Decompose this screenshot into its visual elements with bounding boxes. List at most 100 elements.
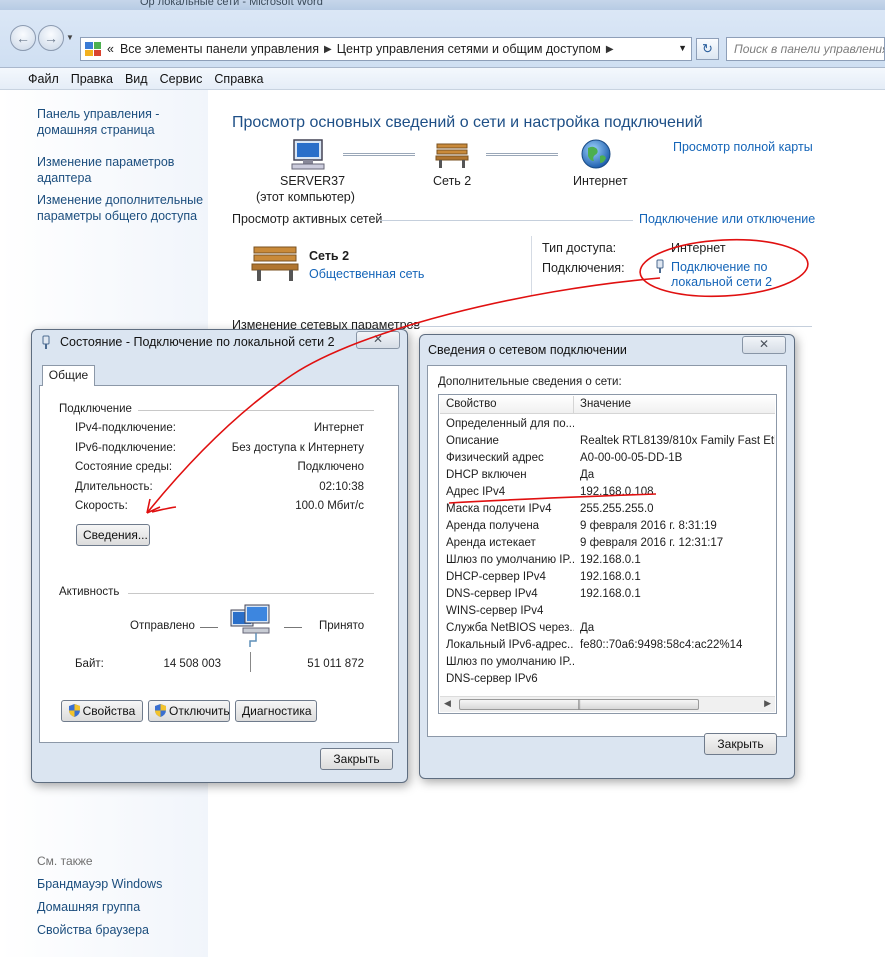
bench-icon — [435, 143, 469, 168]
status-close-x-button[interactable]: ✕ — [356, 331, 400, 349]
column-divider[interactable] — [573, 396, 574, 414]
back-button[interactable]: ← — [10, 25, 36, 51]
bytes-sent-value: 14 508 003 — [163, 658, 221, 670]
breadcrumb-network-center[interactable]: Центр управления сетями и общим доступом — [337, 42, 601, 56]
scroll-left-icon[interactable]: ◀ — [444, 698, 451, 709]
access-type-value: Интернет — [671, 241, 726, 255]
detail-property[interactable]: Служба NetBIOS через... — [446, 622, 574, 634]
menu-help[interactable]: Справка — [214, 72, 263, 86]
detail-property[interactable]: Маска подсети IPv4 — [446, 503, 574, 515]
duration-label: Длительность: — [75, 481, 153, 493]
group-activity-label: Активность — [59, 586, 120, 598]
detail-property[interactable]: Адрес IPv4 — [446, 486, 574, 498]
details-close-x-button[interactable]: ✕ — [742, 336, 786, 354]
group-divider — [128, 593, 374, 594]
sidebar-adapter-settings-link[interactable]: Изменение параметров адаптера — [37, 154, 207, 186]
group-connection-label: Подключение — [59, 403, 132, 415]
detail-property[interactable]: Определенный для по... — [446, 418, 574, 430]
globe-icon — [581, 139, 611, 169]
detail-property[interactable]: Физический адрес — [446, 452, 574, 464]
column-value[interactable]: Значение — [580, 398, 631, 410]
detail-value[interactable]: Да — [580, 622, 775, 634]
media-state-value: Подключено — [297, 461, 365, 473]
listview-header: Свойство Значение — [440, 396, 775, 414]
detail-property[interactable]: DHCP включен — [446, 469, 574, 481]
details-listview[interactable]: Свойство Значение Определенный для по...… — [438, 394, 777, 714]
see-also-homegroup-link[interactable]: Домашняя группа — [37, 899, 207, 915]
menu-file[interactable]: Файл — [28, 72, 59, 86]
detail-value[interactable]: 192.168.0.1 — [580, 588, 775, 600]
connections-label: Подключения: — [542, 261, 625, 275]
detail-property[interactable]: Описание — [446, 435, 574, 447]
detail-property[interactable]: Локальный IPv6-адрес... — [446, 639, 574, 651]
detail-property[interactable]: Шлюз по умолчанию IP... — [446, 656, 574, 668]
tab-general[interactable]: Общие — [42, 365, 95, 386]
detail-value[interactable]: A0-00-00-05-DD-1B — [580, 452, 775, 464]
connection-link[interactable]: Подключение по локальной сети 2 — [671, 260, 781, 290]
sidebar-home-link[interactable]: Панель управления - домашняя страница — [37, 106, 207, 138]
computer-icon — [291, 139, 325, 170]
detail-value[interactable]: 192.168.0.1 — [580, 554, 775, 566]
map-computer-sub: (этот компьютер) — [256, 190, 355, 204]
search-input[interactable]: Поиск в панели управления — [726, 37, 885, 61]
refresh-button[interactable]: ↻ — [696, 38, 719, 60]
menu-tools[interactable]: Сервис — [160, 72, 203, 86]
detail-value[interactable]: Realtek RTL8139/810x Family Fast Ether — [580, 435, 775, 447]
detail-property[interactable]: Аренда истекает — [446, 537, 574, 549]
detail-value[interactable]: fe80::70a6:9498:58c4:ac22%14 — [580, 639, 775, 651]
detail-property[interactable]: WINS-сервер IPv4 — [446, 605, 574, 617]
sent-label: Отправлено — [130, 620, 195, 632]
sidebar-sharing-settings-link[interactable]: Изменение дополнительные параметры общег… — [37, 192, 207, 224]
detail-property[interactable]: DHCP-сервер IPv4 — [446, 571, 574, 583]
detail-value[interactable]: 255.255.255.0 — [580, 503, 775, 515]
activity-line — [284, 627, 302, 628]
section-divider — [412, 326, 812, 327]
refresh-icon: ↻ — [702, 41, 713, 56]
detail-value[interactable]: Да — [580, 469, 775, 481]
detail-property[interactable]: Шлюз по умолчанию IP... — [446, 554, 574, 566]
breadcrumb-all-items[interactable]: Все элементы панели управления — [120, 42, 319, 56]
breadcrumb-arrow-icon[interactable]: ▶ — [606, 44, 614, 55]
access-type-label: Тип доступа: — [542, 241, 617, 255]
properties-button[interactable]: Свойства — [61, 700, 143, 722]
status-dialog-title: Состояние - Подключение по локальной сет… — [60, 335, 335, 349]
breadcrumb-arrow-icon[interactable]: ▶ — [324, 44, 332, 55]
speed-label: Скорость: — [75, 500, 128, 512]
history-dropdown-icon[interactable]: ▼ — [66, 33, 74, 42]
page-title: Просмотр основных сведений о сети и наст… — [232, 114, 703, 131]
scroll-thumb[interactable]: ║ — [459, 699, 699, 710]
details-subtitle: Дополнительные сведения о сети: — [438, 376, 622, 388]
ipv4-value: Интернет — [313, 422, 364, 434]
menu-view[interactable]: Вид — [125, 72, 148, 86]
close-icon: ✕ — [758, 337, 770, 351]
forward-button[interactable]: → — [38, 25, 64, 51]
address-dropdown-icon[interactable]: ▼ — [678, 43, 687, 53]
detail-value[interactable]: 9 февраля 2016 г. 12:31:17 — [580, 537, 775, 549]
address-bar[interactable]: « Все элементы панели управления ▶ Центр… — [80, 37, 692, 61]
full-map-link[interactable]: Просмотр полной карты — [673, 140, 813, 154]
details-dialog: Сведения о сетевом подключении ✕ Дополни… — [419, 334, 795, 779]
activity-divider — [250, 652, 251, 672]
connect-disconnect-link[interactable]: Подключение или отключение — [639, 212, 815, 226]
detail-property[interactable]: DNS-сервер IPv6 — [446, 673, 574, 685]
detail-property[interactable]: Аренда получена — [446, 520, 574, 532]
disable-button[interactable]: Отключить — [148, 700, 230, 722]
column-property[interactable]: Свойство — [446, 398, 497, 410]
horizontal-scrollbar[interactable]: ◀ ║ ▶ — [440, 696, 775, 712]
details-close-button[interactable]: Закрыть — [704, 733, 777, 755]
detail-value[interactable]: 192.168.0.1 — [580, 571, 775, 583]
detail-value[interactable]: 9 февраля 2016 г. 8:31:19 — [580, 520, 775, 532]
network-type-link[interactable]: Общественная сеть — [309, 267, 424, 281]
menu-edit[interactable]: Правка — [71, 72, 113, 86]
detail-value[interactable]: 192.168.0.108 — [580, 486, 775, 498]
status-close-button[interactable]: Закрыть — [320, 748, 393, 770]
diagnose-button[interactable]: Диагностика — [235, 700, 317, 722]
scroll-right-icon[interactable]: ▶ — [764, 698, 771, 709]
close-icon: ✕ — [372, 332, 384, 346]
see-also-browser-link[interactable]: Свойства браузера — [37, 922, 207, 938]
activity-line — [200, 627, 218, 628]
details-button[interactable]: Сведения... — [76, 524, 150, 546]
detail-property[interactable]: DNS-сервер IPv4 — [446, 588, 574, 600]
address-prefix[interactable]: « — [107, 42, 114, 56]
see-also-firewall-link[interactable]: Брандмауэр Windows — [37, 876, 207, 892]
